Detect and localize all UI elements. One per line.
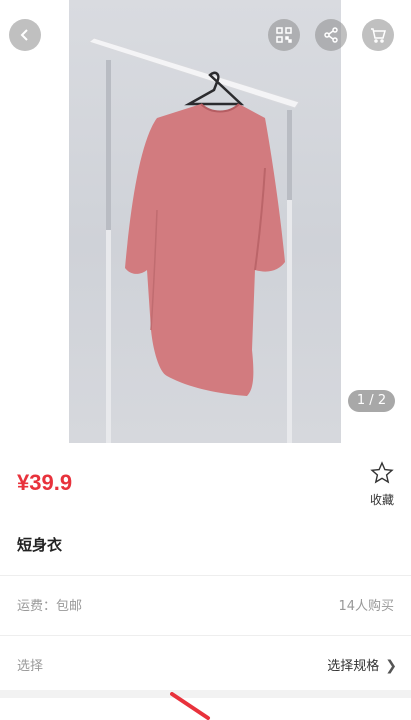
- favorite-label: 收藏: [369, 493, 394, 507]
- cart-icon: [370, 27, 386, 43]
- spec-row[interactable]: 选择 选择规格 ❯: [0, 635, 411, 693]
- shipping-row: 运费：包邮 14人购买: [0, 575, 411, 633]
- spec-action[interactable]: 选择规格 ❯: [327, 655, 397, 674]
- image-pager: 1 / 2: [348, 390, 395, 412]
- favorite-button[interactable]: 收藏: [366, 461, 398, 508]
- annotation-arrow-icon: [170, 692, 210, 720]
- spec-label: 选择: [17, 659, 44, 674]
- share-icon: [323, 27, 339, 43]
- chevron-right-icon: ❯: [385, 658, 397, 674]
- share-button[interactable]: [315, 19, 347, 51]
- spec-action-label: 选择规格: [327, 659, 380, 674]
- back-button[interactable]: [9, 19, 41, 51]
- cart-button[interactable]: [362, 19, 394, 51]
- product-image[interactable]: [69, 0, 341, 443]
- shipping-label: 运费：包邮: [17, 599, 83, 614]
- qr-code-icon: [276, 27, 292, 43]
- star-icon: [370, 461, 394, 489]
- qr-code-button[interactable]: [268, 19, 300, 51]
- product-price: ¥39.9: [17, 470, 73, 495]
- product-gallery[interactable]: 1 / 2: [0, 0, 411, 443]
- chevron-left-icon: [18, 28, 32, 42]
- purchase-count: 14人购买: [338, 599, 394, 614]
- product-title: 短身衣: [17, 536, 63, 554]
- product-info: ¥39.9 收藏 短身衣: [0, 443, 411, 578]
